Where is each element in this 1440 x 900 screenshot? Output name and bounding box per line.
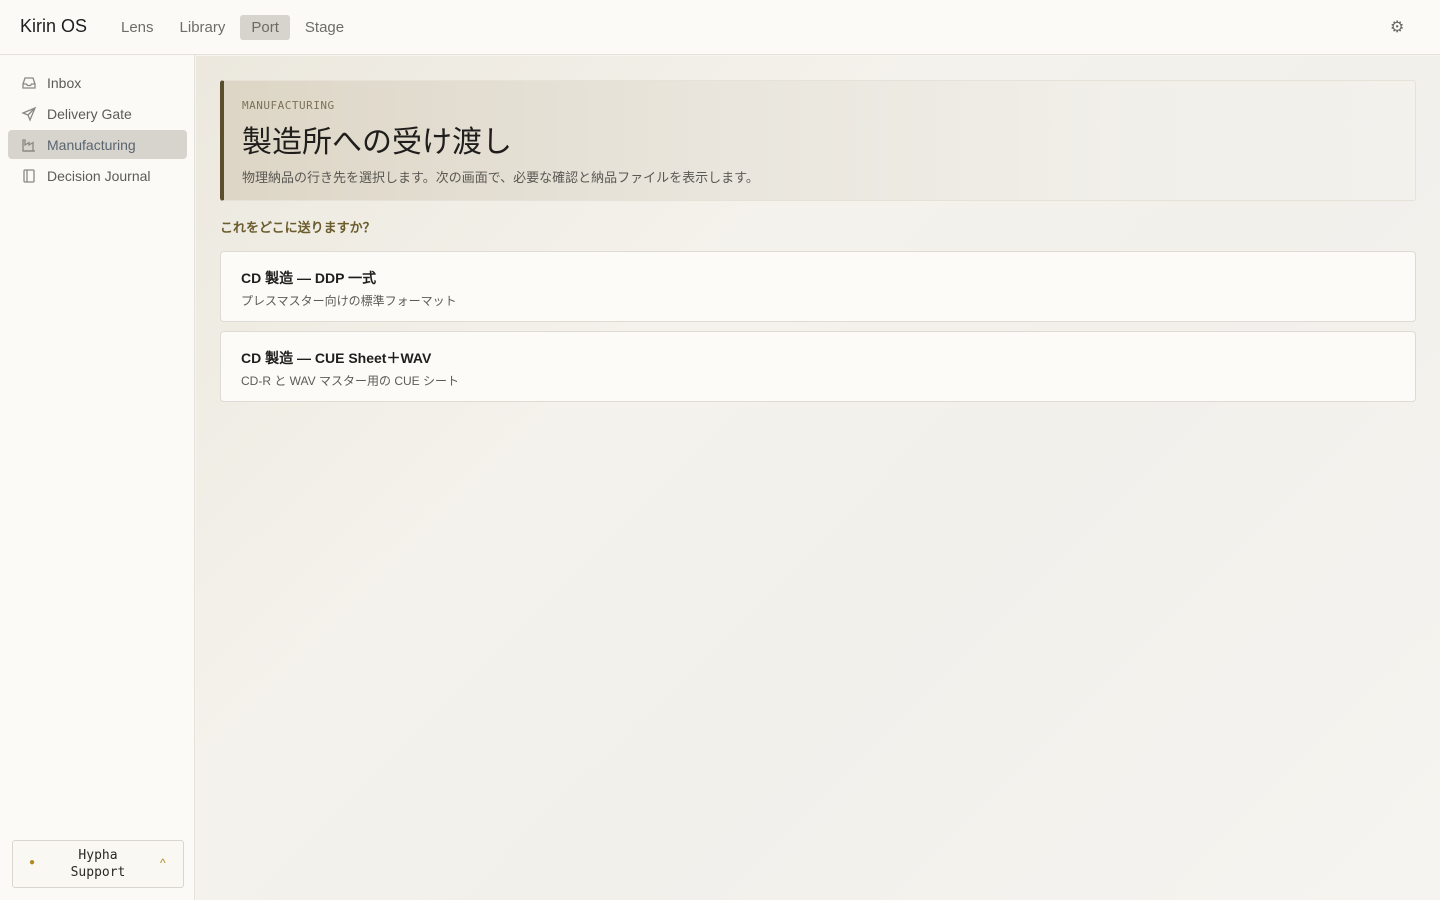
tab-stage[interactable]: Stage bbox=[294, 15, 355, 40]
option-ddp[interactable]: CD 製造 — DDP 一式 プレスマスター向けの標準フォーマット bbox=[220, 251, 1416, 322]
option-title: CD 製造 — DDP 一式 bbox=[241, 270, 377, 286]
inbox-icon bbox=[20, 74, 38, 92]
sidebar: Inbox Delivery Gate Manufacturing Decisi… bbox=[0, 55, 195, 900]
status-dot-icon: ● bbox=[29, 857, 36, 868]
factory-icon bbox=[20, 136, 38, 154]
sidebar-item-label: Delivery Gate bbox=[47, 105, 132, 122]
tab-port[interactable]: Port bbox=[240, 15, 290, 40]
main-nav: Lens Library Port Stage bbox=[110, 15, 359, 40]
support-button[interactable]: ● Hypha Support ^ bbox=[12, 840, 184, 888]
sidebar-item-label: Decision Journal bbox=[47, 167, 151, 184]
option-title: CD 製造 — CUE Sheet＋WAV bbox=[241, 350, 432, 366]
sidebar-item-manufacturing[interactable]: Manufacturing bbox=[8, 130, 187, 159]
sidebar-item-delivery-gate[interactable]: Delivery Gate bbox=[8, 99, 187, 128]
tab-library[interactable]: Library bbox=[169, 15, 237, 40]
option-cue-wav[interactable]: CD 製造 — CUE Sheet＋WAV CD-R と WAV マスター用の … bbox=[220, 331, 1416, 402]
send-icon bbox=[20, 105, 38, 123]
hero-banner: MANUFACTURING 製造所への受け渡し 物理納品の行き先を選択します。次… bbox=[220, 80, 1416, 201]
gear-icon[interactable]: ⚙ bbox=[1390, 17, 1404, 37]
sidebar-item-decision-journal[interactable]: Decision Journal bbox=[8, 161, 187, 190]
option-subtitle: プレスマスター向けの標準フォーマット bbox=[241, 294, 457, 308]
page-title: 製造所への受け渡し bbox=[242, 125, 512, 160]
destination-question: これをどこに送りますか？ bbox=[220, 220, 376, 235]
app-title: Kirin OS bbox=[20, 16, 88, 36]
sidebar-item-label: Inbox bbox=[47, 74, 82, 91]
page-description: 物理納品の行き先を選択します。次の画面で、必要な確認と納品ファイルを表示します。 bbox=[242, 170, 759, 185]
main-content: MANUFACTURING 製造所への受け渡し 物理納品の行き先を選択します。次… bbox=[196, 56, 1440, 900]
support-name: Hypha Support bbox=[70, 848, 126, 880]
option-subtitle: CD-R と WAV マスター用の CUE シート bbox=[241, 374, 459, 388]
sidebar-item-inbox[interactable]: Inbox bbox=[8, 68, 187, 97]
chevron-up-icon: ^ bbox=[160, 856, 166, 870]
section-eyebrow: MANUFACTURING bbox=[242, 99, 335, 112]
tab-lens[interactable]: Lens bbox=[110, 15, 165, 40]
notebook-icon bbox=[20, 167, 38, 185]
sidebar-item-label: Manufacturing bbox=[47, 136, 136, 153]
top-bar: Kirin OS Lens Library Port Stage ⚙ bbox=[0, 0, 1440, 55]
